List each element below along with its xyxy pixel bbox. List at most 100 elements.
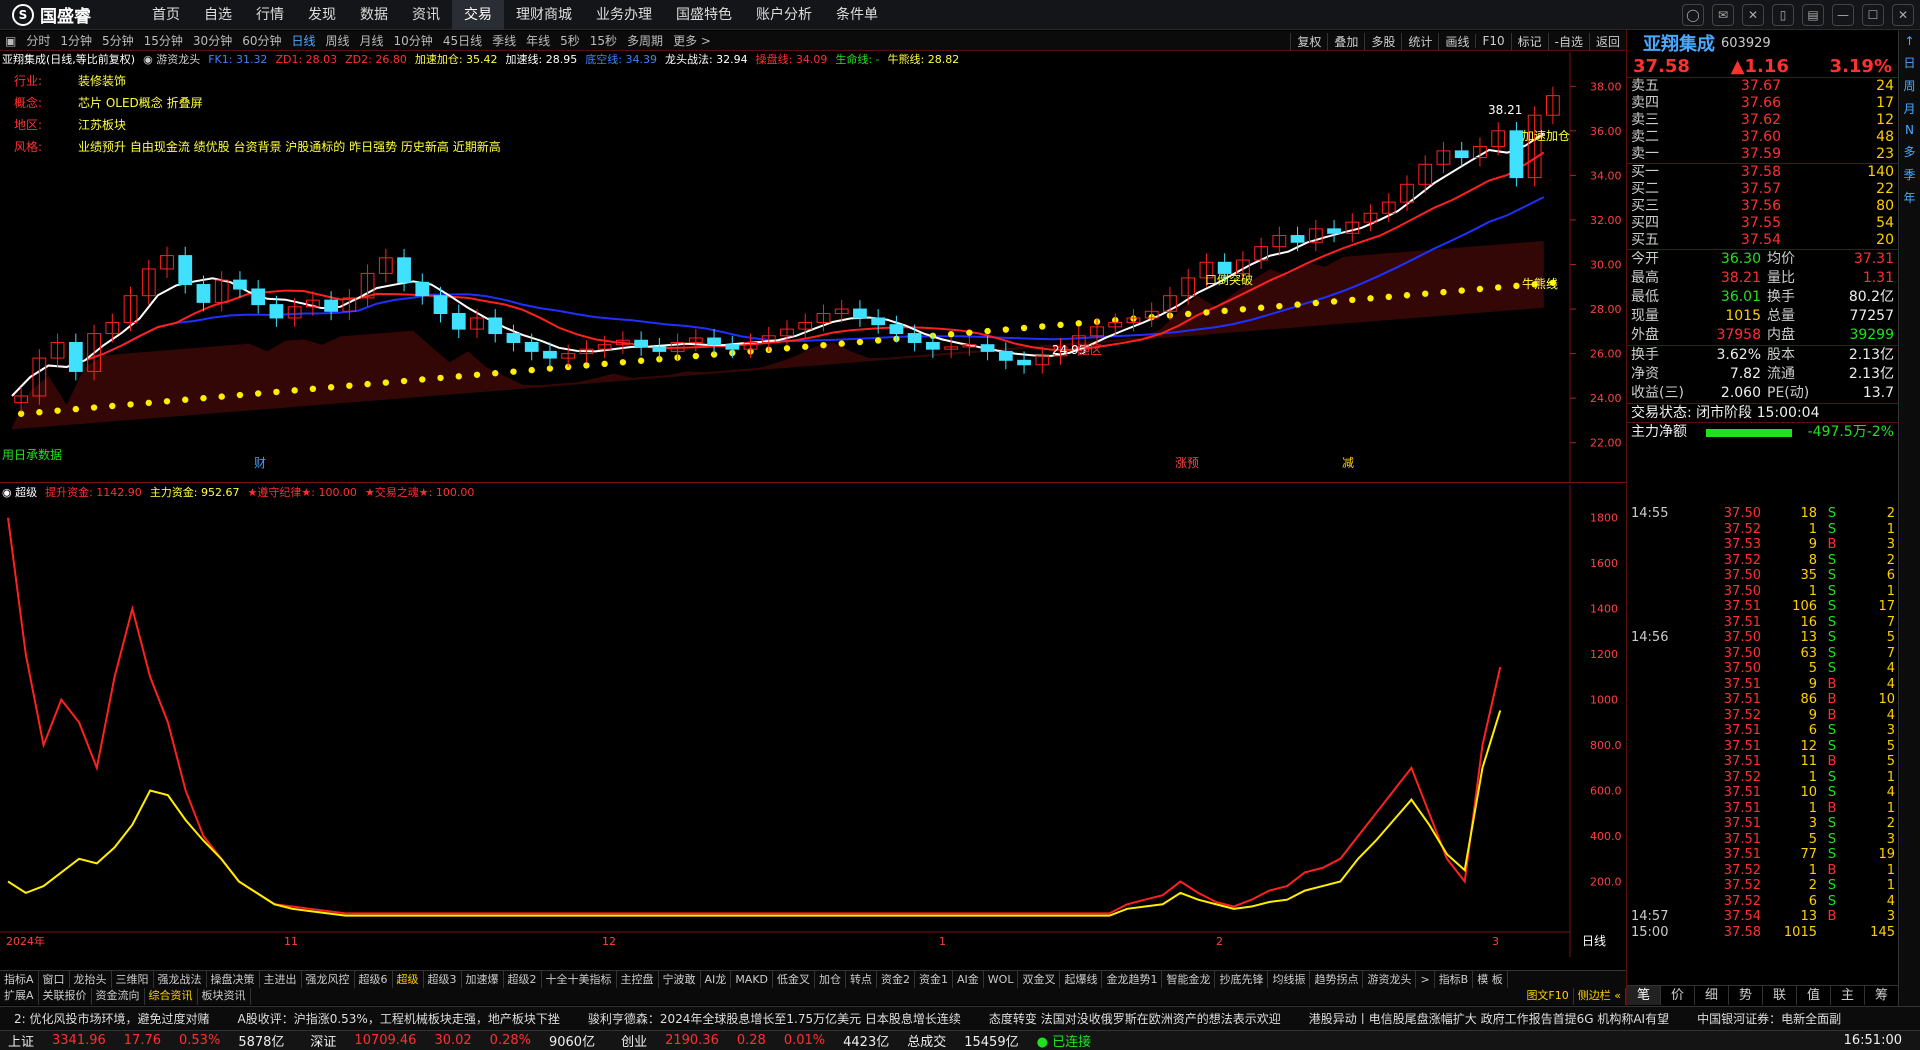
indicator-tab-17[interactable]: MAKD <box>731 971 774 988</box>
indicator-tab-5[interactable]: 操盘决策 <box>207 971 260 988</box>
sidebar-button-3[interactable]: 月 <box>1900 100 1920 117</box>
tool-button-8[interactable]: 返回 <box>1588 32 1626 50</box>
detail-tab-5[interactable]: 值 <box>1797 986 1831 1005</box>
tool-button-2[interactable]: 多股 <box>1364 32 1401 50</box>
indicator-tab-28[interactable]: 智能金龙 <box>1162 971 1216 988</box>
indicator-tab-35[interactable]: 模 板 <box>1473 971 1508 988</box>
indicator-tab-20[interactable]: 转点 <box>846 971 878 988</box>
indicator-tab-11[interactable]: 加速爆 <box>462 971 504 988</box>
indicator-tab-32[interactable]: 游资龙头 <box>1363 971 1417 988</box>
indicator-tab-18[interactable]: 低金叉 <box>773 971 816 988</box>
sub-indicator-chart[interactable]: 1800 1600 1400 1200 1000 800.0 600.0 400.0 200.0… <box>0 485 1626 957</box>
period-item-12[interactable]: 年线 <box>521 32 555 49</box>
menu-item-11[interactable]: 条件单 <box>824 0 890 30</box>
bid-row[interactable]: 买一 37.58 140 <box>1627 164 1898 181</box>
period-item-4[interactable]: 30分钟 <box>188 32 237 49</box>
period-item-9[interactable]: 10分钟 <box>389 32 438 49</box>
sidebar-button-1[interactable]: 日 <box>1900 54 1920 71</box>
indicator-tab-29[interactable]: 抄底先锋 <box>1215 971 1269 988</box>
indicator-tab-15[interactable]: 宁波敢 <box>659 971 701 988</box>
indicator-tab-30[interactable]: 均线振 <box>1268 971 1311 988</box>
tool-button-5[interactable]: F10 <box>1475 34 1510 48</box>
chat-icon[interactable]: ◯ <box>1682 4 1704 26</box>
detail-tab-7[interactable]: 筹 <box>1865 986 1899 1005</box>
indicator-tab-22[interactable]: 资金1 <box>915 971 954 988</box>
tool-button-0[interactable]: 复权 <box>1290 32 1327 50</box>
brand-logo[interactable]: S 国盛睿 <box>0 2 140 27</box>
menu-item-4[interactable]: 数据 <box>348 0 400 30</box>
sidebar-button-5[interactable]: 多 <box>1900 143 1920 160</box>
info-tab-3[interactable]: 综合资讯 <box>145 988 198 1005</box>
detail-tab-2[interactable]: 细 <box>1695 986 1729 1005</box>
tool-button-7[interactable]: -自选 <box>1547 32 1589 50</box>
indicator-tab-9[interactable]: 超级 <box>393 971 424 988</box>
period-item-1[interactable]: 1分钟 <box>55 32 97 49</box>
skin-icon[interactable]: ▤ <box>1802 4 1824 26</box>
tool-button-6[interactable]: 标记 <box>1510 32 1548 50</box>
detail-tab-4[interactable]: 联 <box>1763 986 1797 1005</box>
tools-icon[interactable]: ✕ <box>1742 4 1764 26</box>
menu-item-8[interactable]: 业务办理 <box>584 0 664 30</box>
detail-tab-0[interactable]: 笔 <box>1627 986 1661 1005</box>
bid-row[interactable]: 买三 37.56 80 <box>1627 198 1898 215</box>
info-right-tab-1[interactable]: 侧边栏 « <box>1574 988 1626 1005</box>
menu-item-3[interactable]: 发现 <box>296 0 348 30</box>
indicator-tab-25[interactable]: 双金叉 <box>1018 971 1061 988</box>
news-ticker[interactable]: 2: 优化风投市场环境，避免过度对赌 A股收评：沪指涨0.53%，工程机械板块走强… <box>0 1006 1920 1030</box>
indicator-tab-33[interactable]: > <box>1416 971 1435 988</box>
period-item-10[interactable]: 45日线 <box>438 32 487 49</box>
ask-row[interactable]: 卖四 37.66 17 <box>1627 95 1898 112</box>
ask-row[interactable]: 卖五 37.67 24 <box>1627 78 1898 95</box>
ask-row[interactable]: 卖一 37.59 23 <box>1627 146 1898 163</box>
indicator-tab-2[interactable]: 龙抬头 <box>70 971 112 988</box>
ask-row[interactable]: 卖二 37.60 48 <box>1627 129 1898 146</box>
news-item-3[interactable]: 态度转变 法国对没收俄罗斯在欧洲资产的想法表示欢迎 <box>975 1010 1295 1027</box>
news-item-4[interactable]: 港股异动丨电信股尾盘涨幅扩大 政府工作报告首提6G 机构称AI有望 <box>1295 1010 1683 1027</box>
detail-tab-6[interactable]: 主 <box>1831 986 1865 1005</box>
info-tab-2[interactable]: 资金流向 <box>92 988 145 1005</box>
period-item-2[interactable]: 5分钟 <box>97 32 139 49</box>
period-item-5[interactable]: 60分钟 <box>237 32 286 49</box>
chart-ind-name[interactable]: ◉ 游资龙头 <box>143 52 200 68</box>
indicator-tab-3[interactable]: 三维阳 <box>112 971 154 988</box>
sidebar-button-7[interactable]: 年 <box>1900 189 1920 206</box>
mail-icon[interactable]: ✉ <box>1712 4 1734 26</box>
news-item-0[interactable]: 2: 优化风投市场环境，避免过度对赌 <box>0 1010 224 1027</box>
info-tab-0[interactable]: 扩展A <box>0 988 39 1005</box>
period-item-16[interactable]: 更多 > <box>668 32 716 49</box>
news-item-5[interactable]: 中国银河证券：电新全面副 <box>1683 1010 1855 1027</box>
indicator-tab-12[interactable]: 超级2 <box>504 971 542 988</box>
bid-row[interactable]: 买二 37.57 22 <box>1627 181 1898 198</box>
indicator-tab-0[interactable]: 指标A <box>0 971 39 988</box>
indicator-tab-14[interactable]: 主控盘 <box>617 971 659 988</box>
indicator-tab-8[interactable]: 超级6 <box>355 971 393 988</box>
indicator-tab-34[interactable]: 指标B <box>1435 971 1474 988</box>
period-item-14[interactable]: 15秒 <box>585 32 622 49</box>
indicator-tab-26[interactable]: 起爆线 <box>1060 971 1103 988</box>
indicator-tab-24[interactable]: WOL <box>984 971 1019 988</box>
news-item-1[interactable]: A股收评：沪指涨0.53%，工程机械板块走强，地产板块下挫 <box>224 1010 574 1027</box>
info-tab-1[interactable]: 关联报价 <box>39 988 92 1005</box>
tool-button-3[interactable]: 统计 <box>1401 32 1438 50</box>
tool-button-1[interactable]: 叠加 <box>1327 32 1364 50</box>
indicator-tab-10[interactable]: 超级3 <box>424 971 462 988</box>
info-tab-4[interactable]: 板块资讯 <box>198 988 251 1005</box>
sub-ind-name[interactable]: ◉ 超级 <box>2 485 37 501</box>
indicator-tab-27[interactable]: 金龙趋势1 <box>1102 971 1163 988</box>
kline-chart[interactable]: 38.00 36.00 34.00 32.00 30.00 28.00 26.00 24.00… <box>0 52 1626 483</box>
tick-list[interactable]: 14:55 37.50 18 S 2 37.52 1 S 1 37.53 9 B 3 37.52 8 S 2 37… <box>1627 506 1899 940</box>
user-icon[interactable]: ▯ <box>1772 4 1794 26</box>
ask-row[interactable]: 卖三 37.62 12 <box>1627 112 1898 129</box>
indicator-tab-21[interactable]: 资金2 <box>877 971 916 988</box>
period-item-6[interactable]: 日线 <box>286 32 320 49</box>
indicator-tab-6[interactable]: 主进出 <box>260 971 302 988</box>
period-item-8[interactable]: 月线 <box>355 32 389 49</box>
detail-tab-1[interactable]: 价 <box>1661 986 1695 1005</box>
period-item-13[interactable]: 5秒 <box>555 32 585 49</box>
index-name-0[interactable]: 上证 <box>8 1031 34 1050</box>
layout-icon[interactable]: ▣ <box>0 34 21 48</box>
maximize-icon[interactable]: ☐ <box>1862 4 1884 26</box>
indicator-tab-23[interactable]: AI金 <box>953 971 984 988</box>
sidebar-button-4[interactable]: N <box>1900 123 1920 137</box>
period-item-11[interactable]: 季线 <box>487 32 521 49</box>
